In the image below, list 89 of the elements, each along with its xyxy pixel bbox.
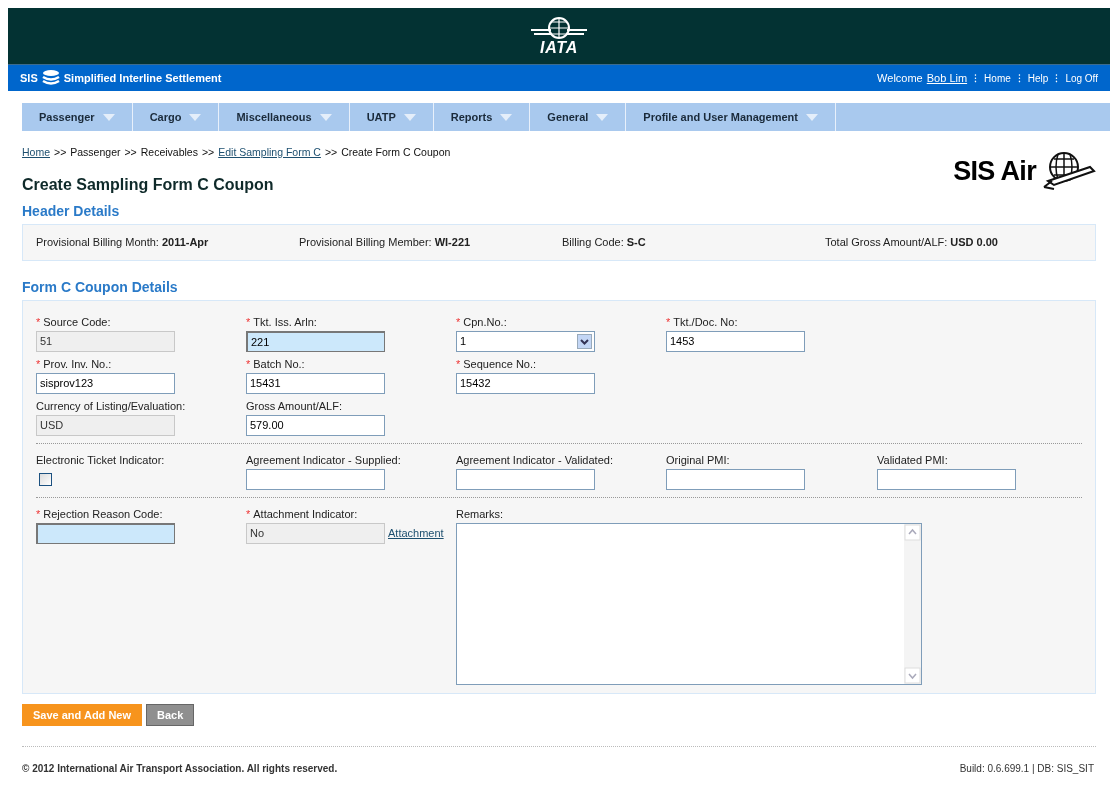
input-field[interactable]	[666, 468, 805, 490]
brand-text: SIS	[20, 70, 38, 86]
input-field[interactable]: sisprov123	[36, 372, 175, 394]
breadcrumb-separator: >>	[324, 145, 338, 160]
build-info: Build: 0.6.699.1 | DB: SIS_SIT	[959, 761, 1094, 776]
field-label: Validated PMI:	[877, 452, 948, 468]
detail-value: WI-221	[434, 235, 471, 250]
top-link[interactable]: Help	[1027, 70, 1049, 86]
menu-item[interactable]: Reports	[433, 103, 531, 131]
user-name-link[interactable]: Bob Lim	[926, 69, 968, 87]
field-label: Tkt. Iss. Arln:	[253, 314, 317, 330]
menu-item[interactable]: Cargo	[132, 103, 220, 131]
detail-label: Total Gross Amount/ALF:	[825, 235, 948, 250]
input-field[interactable]: 221	[246, 330, 385, 352]
field-label: Agreement Indicator - Validated:	[456, 452, 613, 468]
required-asterisk: *	[36, 314, 41, 330]
menu-item[interactable]: General	[530, 103, 627, 131]
separator-dots: ⁝	[1055, 70, 1059, 86]
banner-logo-text: IATA	[539, 40, 579, 56]
required-asterisk: *	[666, 314, 671, 330]
input-field[interactable]: 15432	[456, 372, 595, 394]
detail-value: USD 0.00	[950, 235, 998, 250]
breadcrumb-item: Passenger	[70, 145, 121, 160]
dropdown-caret-icon	[500, 113, 513, 121]
checkbox[interactable]	[39, 472, 52, 486]
input-field[interactable]	[36, 522, 175, 544]
copyright-text: © 2012 International Air Transport Association. All rights reserved.	[22, 761, 338, 776]
field-label: Sequence No.:	[463, 356, 537, 372]
detail-value: 2011-Apr	[161, 235, 209, 250]
input-field[interactable]: 1453	[666, 330, 805, 352]
breadcrumb-separator: >>	[54, 145, 67, 160]
required-asterisk: *	[246, 506, 251, 522]
required-asterisk: *	[456, 356, 461, 372]
required-asterisk: *	[246, 314, 251, 330]
field-label: Source Code:	[43, 314, 111, 330]
dropdown-caret-icon	[319, 113, 332, 121]
top-link[interactable]: Home	[984, 70, 1011, 86]
product-logo-text: SIS Air	[953, 154, 1036, 188]
input-field[interactable]	[877, 468, 1016, 490]
breadcrumb-item: Create Form C Coupon	[341, 145, 451, 160]
input-field[interactable]: 15431	[246, 372, 385, 394]
page-title: Create Sampling Form C Coupon	[22, 174, 275, 195]
section-heading: Header Details	[22, 201, 121, 221]
field-label: Rejection Reason Code:	[43, 506, 163, 522]
field-label: Prov. Inv. No.:	[43, 356, 112, 372]
dropdown-caret-icon	[189, 113, 202, 121]
field-label: Currency of Listing/Evaluation:	[36, 398, 186, 414]
field-label: Agreement Indicator - Supplied:	[246, 452, 401, 468]
field-label: Original PMI:	[666, 452, 730, 468]
breadcrumb-separator: >>	[201, 145, 215, 160]
field-label: Attachment Indicator:	[253, 506, 358, 522]
input-field[interactable]: 579.00	[246, 414, 385, 436]
breadcrumb-link[interactable]: Edit Sampling Form C	[218, 145, 321, 161]
separator-dots: ⁝	[1017, 70, 1021, 86]
separator-dots: ⁝	[974, 70, 978, 86]
dropdown-caret-icon	[805, 113, 818, 121]
dropdown-caret-icon	[403, 113, 416, 121]
section-heading: Form C Coupon Details	[22, 277, 179, 297]
field-label: Tkt./Doc. No:	[673, 314, 738, 330]
input-field[interactable]	[246, 468, 385, 490]
dropdown-caret-icon	[102, 113, 115, 121]
breadcrumb-link[interactable]: Home	[22, 145, 50, 161]
dropdown-caret-icon	[596, 113, 609, 121]
detail-label: Provisional Billing Member:	[299, 235, 432, 250]
app-name: Simplified Interline Settlement	[63, 70, 222, 86]
field-label: Batch No.:	[253, 356, 305, 372]
field-label: Electronic Ticket Indicator:	[36, 452, 165, 468]
field-label: Gross Amount/ALF:	[246, 398, 342, 414]
required-asterisk: *	[456, 314, 461, 330]
detail-label: Provisional Billing Month:	[36, 235, 159, 250]
menu-item[interactable]: UATP	[349, 103, 434, 131]
required-asterisk: *	[36, 506, 41, 522]
input-field[interactable]	[456, 468, 595, 490]
field-label: Remarks:	[456, 506, 504, 522]
globe-wings-icon	[529, 16, 589, 40]
welcome-text: Welcome	[877, 70, 923, 86]
menu-item[interactable]: Passenger	[22, 103, 133, 131]
breadcrumb-separator: >>	[124, 145, 137, 160]
required-asterisk: *	[246, 356, 251, 372]
menu-item[interactable]: Miscellaneous	[219, 103, 350, 131]
required-asterisk: *	[36, 356, 41, 372]
detail-value: S-C	[626, 235, 646, 250]
top-link[interactable]: Log Off	[1065, 70, 1098, 86]
detail-label: Billing Code:	[562, 235, 624, 250]
menu-item[interactable]: Profile and User Management	[626, 103, 836, 131]
breadcrumb-item: Receivables	[140, 145, 198, 160]
dropdown-field[interactable]: 1	[456, 330, 595, 352]
field-label: Cpn.No.:	[463, 314, 507, 330]
stacked-coins-icon	[40, 69, 61, 87]
